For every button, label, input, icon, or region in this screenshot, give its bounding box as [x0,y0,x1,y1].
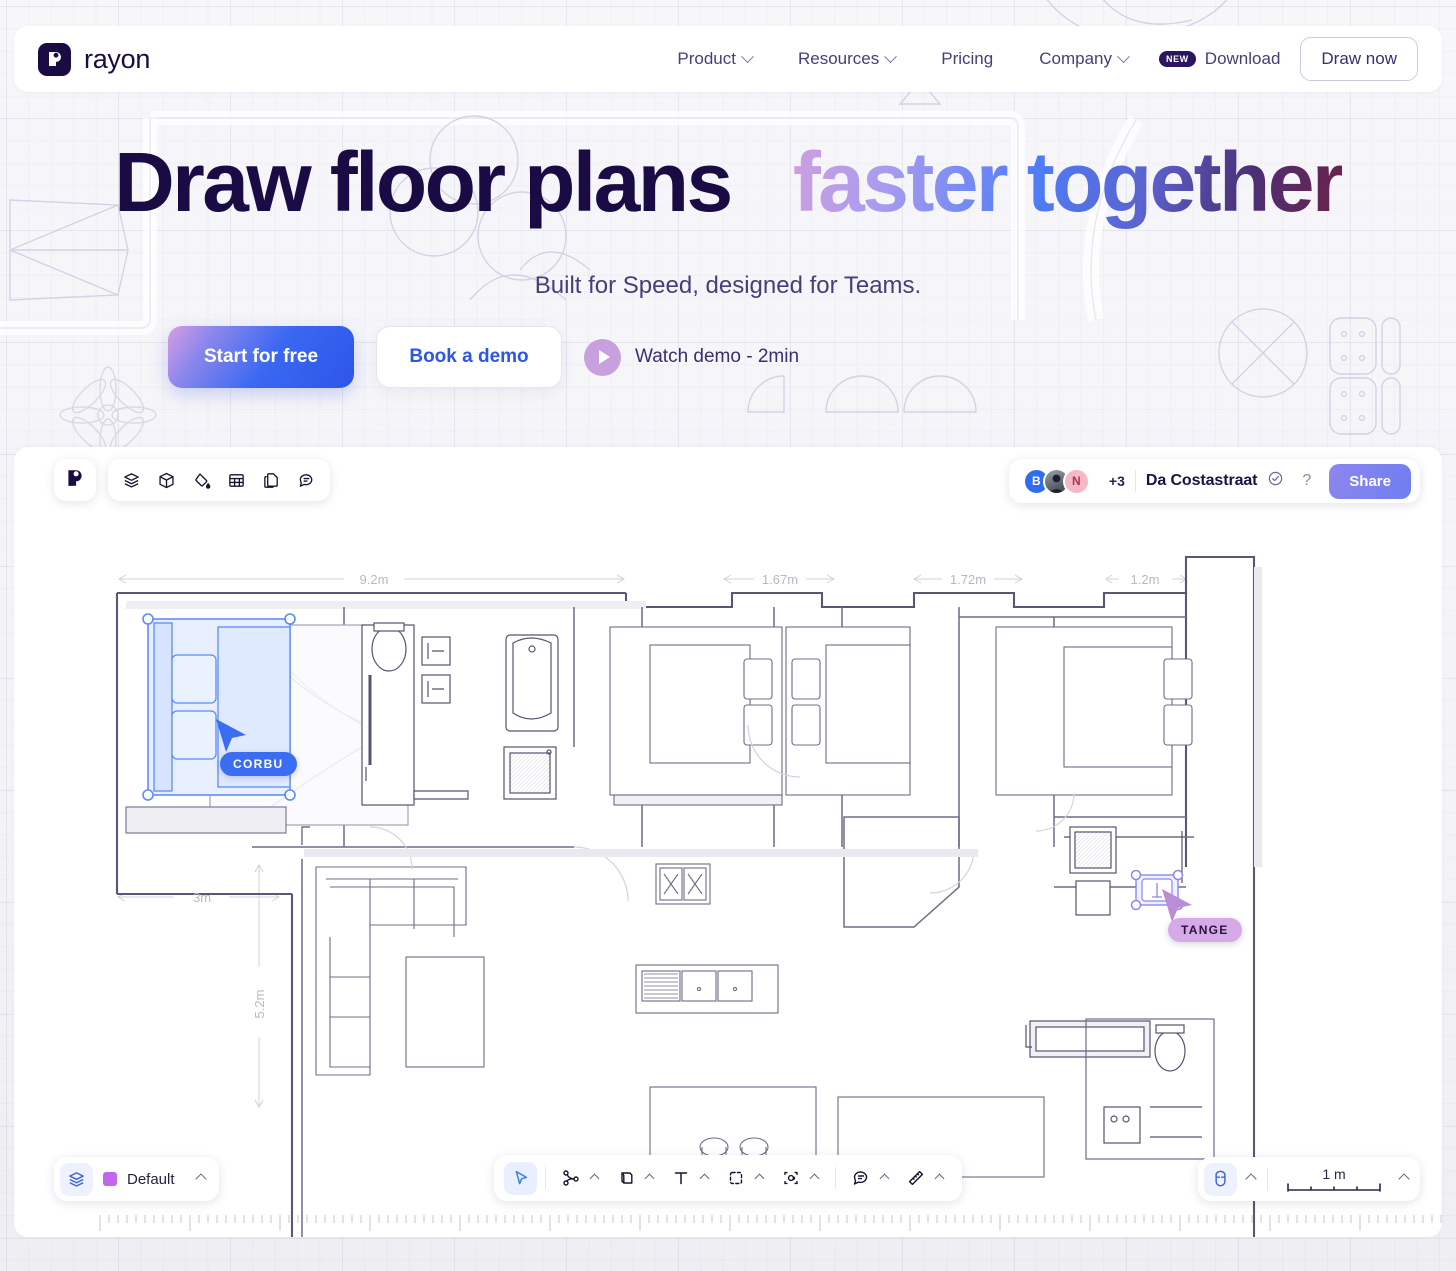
wall-tool-chevron-up-icon[interactable] [644,1173,655,1183]
nav-item-company-label: Company [1039,49,1112,68]
watch-demo-label: Watch demo - 2min [635,346,800,367]
watch-demo-link[interactable]: Watch demo - 2min [584,338,800,376]
table-icon[interactable] [221,465,252,496]
scale-indicator: 1 m [1280,1166,1388,1193]
page-root: rayon Product Resources Pricing Company … [0,0,1456,1271]
nav-item-pricing-label: Pricing [941,49,994,68]
measure-tool[interactable] [899,1162,932,1195]
canvas-controls: 1 m [1198,1157,1420,1201]
page-title: Draw floor plans faster together [0,140,1456,224]
top-navigation-bar: rayon Product Resources Pricing Company … [14,26,1442,92]
measure-tool-chevron-up-icon[interactable] [934,1173,945,1183]
share-button[interactable]: Share [1329,463,1411,499]
chevron-down-icon [1117,49,1130,63]
app-logo-button[interactable] [54,459,96,501]
new-badge: NEW [1158,51,1196,67]
cube-3d-icon[interactable] [151,465,182,496]
frame-tool[interactable] [719,1162,752,1195]
comment-icon[interactable] [291,465,322,496]
object-tool-chevron-up-icon[interactable] [809,1173,820,1183]
hero-cta-group: Start for free Book a demo Watch demo - … [168,326,799,388]
document-title[interactable]: Da Costastraat [1146,472,1258,490]
text-tool-chevron-up-icon[interactable] [699,1173,710,1183]
cursor-label-corbu: CORBU [220,752,297,776]
wall-tool[interactable] [609,1162,642,1195]
nav-item-resources[interactable]: Resources [775,49,918,69]
cursor-label-tange: TANGE [1168,918,1242,942]
comment-tool-chevron-up-icon[interactable] [879,1173,890,1183]
floor-plan-drawing: 9.2m 1.67m 1.72m 1.2m 3m 5.2m [115,555,1262,1237]
drawing-canvas[interactable]: 9.2m 1.67m 1.72m 1.2m 3m 5.2m CORBU TANG… [14,447,1442,1237]
scale-ruler-icon [1287,1182,1381,1192]
brand-logo[interactable]: rayon [38,42,151,76]
dimension-label-1-72m: 1.72m [950,572,986,587]
divider [1267,1168,1268,1190]
avatar-overflow-count[interactable]: +3 [1109,473,1125,489]
layer-name-label: Default [127,1170,175,1188]
layer-color-swatch [103,1172,117,1186]
app-preview-window: 9.2m 1.67m 1.72m 1.2m 3m 5.2m CORBU TANG… [14,447,1442,1237]
nav-links: Product Resources Pricing Company NEW Do… [654,37,1418,81]
avatar: N [1062,467,1090,495]
path-tool-chevron-up-icon[interactable] [589,1173,600,1183]
nav-item-resources-label: Resources [797,49,880,68]
nav-item-company[interactable]: Company [1016,49,1151,69]
object-tool[interactable] [774,1162,807,1195]
text-tool[interactable] [664,1162,697,1195]
dimension-label-9-2m: 9.2m [360,572,389,587]
rayon-mark-icon [64,467,86,494]
chevron-up-icon[interactable] [194,1173,207,1185]
nav-item-product[interactable]: Product [654,49,775,69]
help-button[interactable]: ? [1294,472,1319,490]
zoom-chevron-up-icon[interactable] [1398,1173,1410,1185]
hero-heading-gradient: faster together [792,135,1345,229]
snap-chevron-up-icon[interactable] [1245,1173,1257,1185]
divider [1134,470,1136,492]
divider [545,1167,546,1189]
brand-name: rayon [84,43,151,74]
comment-tool[interactable] [844,1162,877,1195]
layers-icon[interactable] [116,465,147,496]
nav-item-download[interactable]: NEW Download [1151,49,1300,69]
play-icon [584,338,621,376]
dimension-label-1-2m: 1.2m [1131,572,1160,587]
rayon-logo-icon [38,42,71,76]
dimension-label-5-2m: 5.2m [252,990,267,1019]
paint-bucket-icon[interactable] [186,465,217,496]
book-a-demo-button[interactable]: Book a demo [376,326,562,388]
collaborator-avatars[interactable]: B N [1022,467,1090,495]
chevron-down-icon [884,49,898,63]
app-header-right: B N +3 Da Costastraat ? Share [1008,459,1420,503]
layer-selector[interactable]: Default [54,1157,219,1201]
check-circle-icon [1267,470,1284,492]
chevron-down-icon [741,49,754,63]
nav-item-download-label: Download [1204,49,1281,68]
nav-item-product-label: Product [677,49,736,68]
hero-subtitle: Built for Speed, designed for Teams. [534,272,922,299]
scale-label: 1 m [1322,1165,1346,1182]
dimension-label-3m: 3m [193,890,211,905]
start-for-free-button[interactable]: Start for free [168,326,354,388]
magnet-icon[interactable] [1204,1162,1237,1196]
select-tool[interactable] [504,1161,537,1195]
dimension-label-1-67m: 1.67m [762,572,798,587]
draw-now-button[interactable]: Draw now [1300,37,1418,81]
frame-tool-chevron-up-icon[interactable] [754,1173,765,1183]
layers-icon [60,1162,93,1196]
path-tool[interactable] [554,1162,587,1195]
app-left-toolbar [54,459,330,501]
hero-heading-primary: Draw floor plans [114,135,733,229]
app-tool-group [108,459,330,501]
divider [835,1167,836,1189]
tool-palette [494,1155,962,1201]
duplicate-icon[interactable] [256,465,287,496]
nav-item-pricing[interactable]: Pricing [918,49,1016,69]
